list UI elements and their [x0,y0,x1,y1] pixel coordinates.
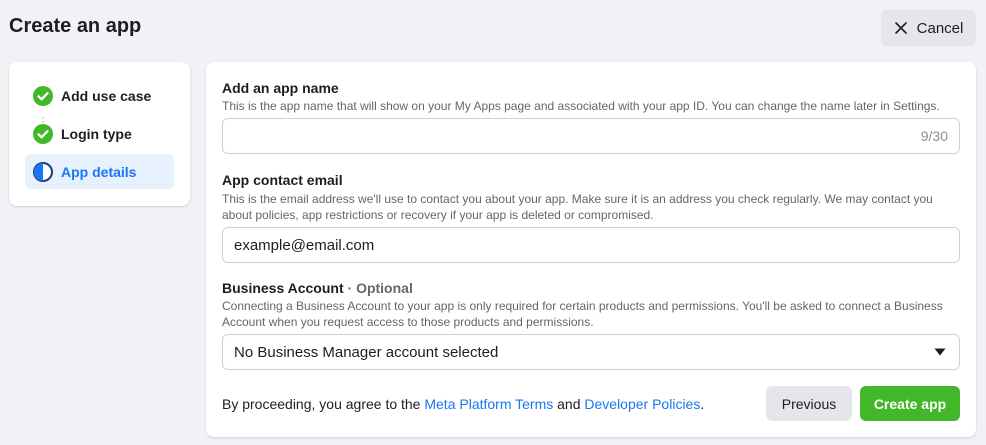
developer-policies-link[interactable]: Developer Policies [584,396,700,412]
page-title: Create an app [9,15,142,37]
previous-button[interactable]: Previous [766,386,852,421]
terms-and: and [553,396,585,412]
contact-email-title: App contact email [222,172,343,188]
step-add-use-case[interactable]: Add use case [25,78,174,113]
step-login-type[interactable]: Login type [25,116,174,151]
terms-prefix: By proceeding, you agree to the [222,396,425,412]
app-name-title: Add an app name [222,80,339,96]
step-label: Add use case [61,87,152,104]
app-name-input[interactable]: 9/30 [222,118,960,154]
contact-email-value: example@email.com [234,236,375,254]
meta-platform-terms-link[interactable]: Meta Platform Terms [424,396,553,412]
check-circle-icon [33,85,53,106]
progress-stepper: Add use case Login type App details [9,62,190,206]
business-account-description: Connecting a Business Account to your ap… [222,299,943,329]
create-app-button[interactable]: Create app [860,386,960,421]
business-account-selected: No Business Manager account selected [234,343,499,361]
close-icon [894,21,908,35]
step-app-details[interactable]: App details [25,154,174,189]
business-account-title: Business Account · Optional [222,280,413,296]
step-label: Login type [61,125,132,142]
cancel-label: Cancel [916,19,964,37]
contact-email-description: This is the email address we'll use to c… [222,192,933,222]
half-circle-icon [33,161,53,182]
app-name-description: This is the app name that will show on y… [222,99,940,113]
contact-email-input[interactable]: example@email.com [222,227,960,263]
business-account-select[interactable]: No Business Manager account selected [222,334,960,370]
char-counter: 9/30 [920,128,948,144]
optional-label: · Optional [343,280,413,296]
check-circle-icon [33,123,53,144]
terms-notice: By proceeding, you agree to the Meta Pla… [222,396,704,412]
app-details-form: Add an app name This is the app name tha… [206,62,976,437]
terms-suffix: . [700,396,705,412]
step-label: App details [61,163,137,180]
business-account-label: Business Account [222,280,344,296]
caret-down-icon [934,348,946,356]
cancel-button[interactable]: Cancel [881,10,976,46]
